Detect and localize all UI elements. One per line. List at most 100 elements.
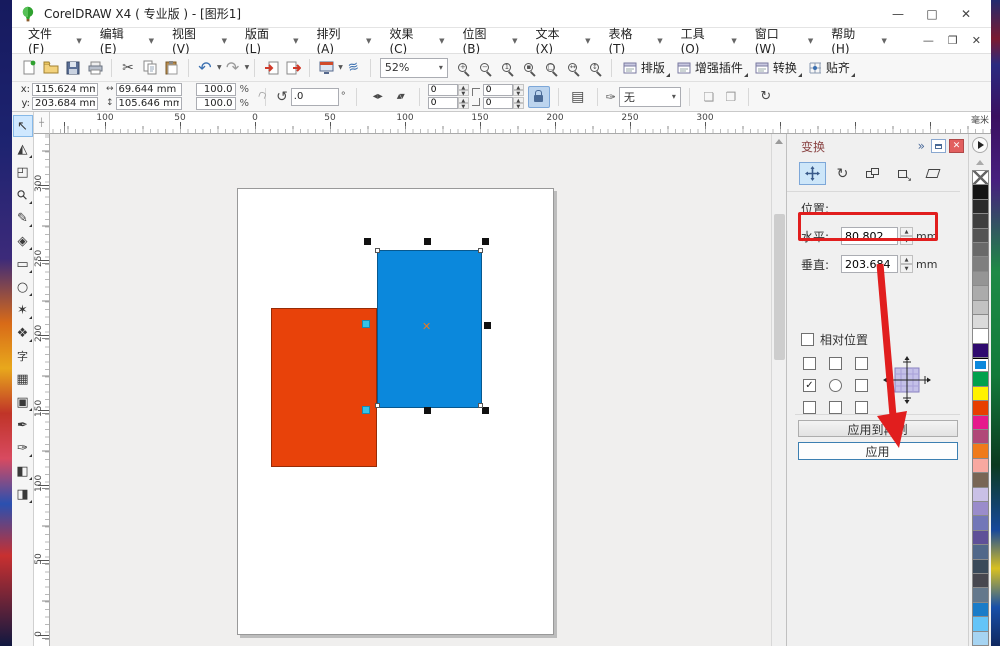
zoom-page-button[interactable]: □	[540, 57, 562, 79]
palette-swatch[interactable]	[971, 372, 989, 387]
corner-radius-br-field[interactable]	[482, 97, 513, 109]
undo-button[interactable]: ↶	[194, 57, 216, 79]
mdi-close-button[interactable]: ✕	[972, 34, 981, 47]
palette-swatch[interactable]	[971, 473, 989, 488]
anchor-checkbox-r0c1[interactable]	[829, 357, 842, 370]
maximize-button[interactable]: □	[915, 3, 949, 25]
anchor-radio-r1c1[interactable]	[829, 379, 842, 392]
tool-shape[interactable]: ◭	[13, 138, 33, 160]
plugin-typesetting-button[interactable]: 排版	[617, 57, 671, 78]
tool-rectangle[interactable]: ▭	[13, 253, 33, 275]
horizontal-spinner[interactable]: ▲ ▼	[900, 227, 913, 245]
palette-swatch[interactable]	[971, 343, 989, 359]
palette-swatch[interactable]	[971, 214, 989, 229]
copy-button[interactable]	[139, 57, 161, 79]
corner-radius-tr-field[interactable]	[482, 84, 513, 96]
corner-tl-spinner[interactable]: ▲ ▼	[457, 84, 469, 97]
tool-blend[interactable]: ▣	[13, 391, 33, 413]
mirror-horizontal-button[interactable]: ◂▸	[367, 86, 389, 108]
orange-rectangle[interactable]	[271, 308, 377, 467]
palette-scroll-up-icon[interactable]	[973, 157, 987, 167]
docker-minimize-button[interactable]	[931, 139, 946, 153]
tool-smart-fill[interactable]: ◈	[13, 230, 33, 252]
tool-interactive-fill[interactable]: ◨	[13, 483, 33, 505]
palette-swatch[interactable]	[971, 401, 989, 416]
palette-swatch[interactable]	[971, 286, 989, 301]
zoom-out-button[interactable]: −	[474, 57, 496, 79]
palette-no-fill-swatch[interactable]	[971, 170, 989, 186]
snap-node[interactable]	[362, 320, 370, 328]
tool-pick[interactable]: ↖	[12, 115, 33, 137]
snap-to-button[interactable]: 贴齐	[803, 57, 856, 78]
palette-swatch[interactable]	[971, 358, 989, 373]
open-button[interactable]	[40, 57, 62, 79]
selection-handle[interactable]	[424, 238, 431, 245]
welcome-screen-icon[interactable]: ≋	[343, 57, 365, 79]
object-height-field[interactable]	[115, 97, 182, 110]
object-width-field[interactable]	[115, 83, 182, 96]
anchor-checkbox-r0c0[interactable]	[803, 357, 816, 370]
palette-swatch[interactable]	[971, 228, 989, 243]
zoom-width-button[interactable]: ↔	[562, 57, 584, 79]
object-center-marker[interactable]: ✕	[422, 321, 431, 332]
undo-dropdown-icon[interactable]: ▼	[217, 64, 222, 71]
drawing-canvas[interactable]: ✕	[50, 134, 771, 646]
corner-br-spinner[interactable]: ▲ ▼	[512, 97, 524, 110]
anchor-checkbox-r2c2[interactable]	[855, 401, 868, 414]
selection-handle[interactable]	[424, 407, 431, 414]
palette-swatch[interactable]	[971, 314, 989, 330]
corner-bl-spinner[interactable]: ▲ ▼	[457, 97, 469, 110]
palette-swatch[interactable]	[971, 329, 989, 344]
vertical-spinner[interactable]: ▲ ▼	[900, 255, 913, 273]
export-button[interactable]	[282, 57, 304, 79]
plugin-enhance-button[interactable]: 增强插件	[671, 57, 749, 78]
zoom-level-combo[interactable]: 52% ▾	[379, 57, 448, 78]
x-position-field[interactable]	[32, 83, 98, 96]
zoom-in-button[interactable]: +	[452, 57, 474, 79]
palette-flyout-button[interactable]	[972, 137, 988, 153]
zoom-actual-button[interactable]: 1	[496, 57, 518, 79]
mdi-minimize-button[interactable]: —	[923, 34, 934, 47]
anchor-checkbox-r0c2[interactable]	[855, 357, 868, 370]
transform-scale-mirror-tab[interactable]	[859, 162, 886, 185]
anchor-checkbox-r1c2[interactable]	[855, 379, 868, 392]
palette-swatch[interactable]	[971, 386, 989, 402]
save-button[interactable]	[62, 57, 84, 79]
print-button[interactable]	[84, 57, 106, 79]
palette-swatch[interactable]	[971, 545, 989, 560]
selection-handle[interactable]	[482, 407, 489, 414]
palette-swatch[interactable]	[971, 199, 989, 215]
palette-swatch[interactable]	[971, 430, 989, 445]
scroll-up-icon[interactable]	[772, 134, 786, 149]
to-back-button[interactable]: ❏	[698, 86, 720, 108]
palette-swatch[interactable]	[971, 530, 989, 546]
palette-swatch[interactable]	[971, 185, 989, 200]
apply-to-duplicate-button[interactable]: 应用到再制	[797, 420, 958, 437]
tool-zoom[interactable]: ⚲	[13, 184, 33, 206]
palette-swatch[interactable]	[971, 573, 989, 589]
palette-swatch[interactable]	[971, 617, 989, 632]
docker-flyout-chevron-icon[interactable]: »	[918, 139, 925, 153]
palette-swatch[interactable]	[971, 602, 989, 618]
close-button[interactable]: ✕	[949, 3, 983, 25]
anchor-checkbox-r2c0[interactable]	[803, 401, 816, 414]
docker-close-button[interactable]: ✕	[949, 139, 964, 153]
tool-polygon[interactable]: ✶	[13, 299, 33, 321]
transform-position-tab[interactable]	[799, 162, 826, 185]
tool-outline-pen[interactable]: ✑	[13, 437, 33, 459]
transform-rotate-tab[interactable]: ↻	[829, 162, 856, 185]
vertical-ruler[interactable]: 300 250 200 150 100 50 0	[34, 134, 50, 646]
outline-width-combo[interactable]: 无 ▾	[618, 86, 681, 107]
tool-ellipse[interactable]: ○	[13, 276, 33, 298]
wrap-text-button[interactable]: ▤	[567, 86, 589, 108]
transform-size-tab[interactable]	[889, 162, 916, 185]
horizontal-position-field[interactable]	[841, 227, 898, 245]
symmetry-button[interactable]: ↻	[755, 86, 777, 108]
palette-swatch[interactable]	[971, 444, 989, 459]
new-document-button[interactable]	[18, 57, 40, 79]
tool-crop[interactable]: ◰	[13, 161, 33, 183]
palette-swatch[interactable]	[971, 501, 989, 517]
scale-y-field[interactable]	[195, 97, 236, 110]
import-button[interactable]	[260, 57, 282, 79]
tool-freehand[interactable]: ✎	[13, 207, 33, 229]
